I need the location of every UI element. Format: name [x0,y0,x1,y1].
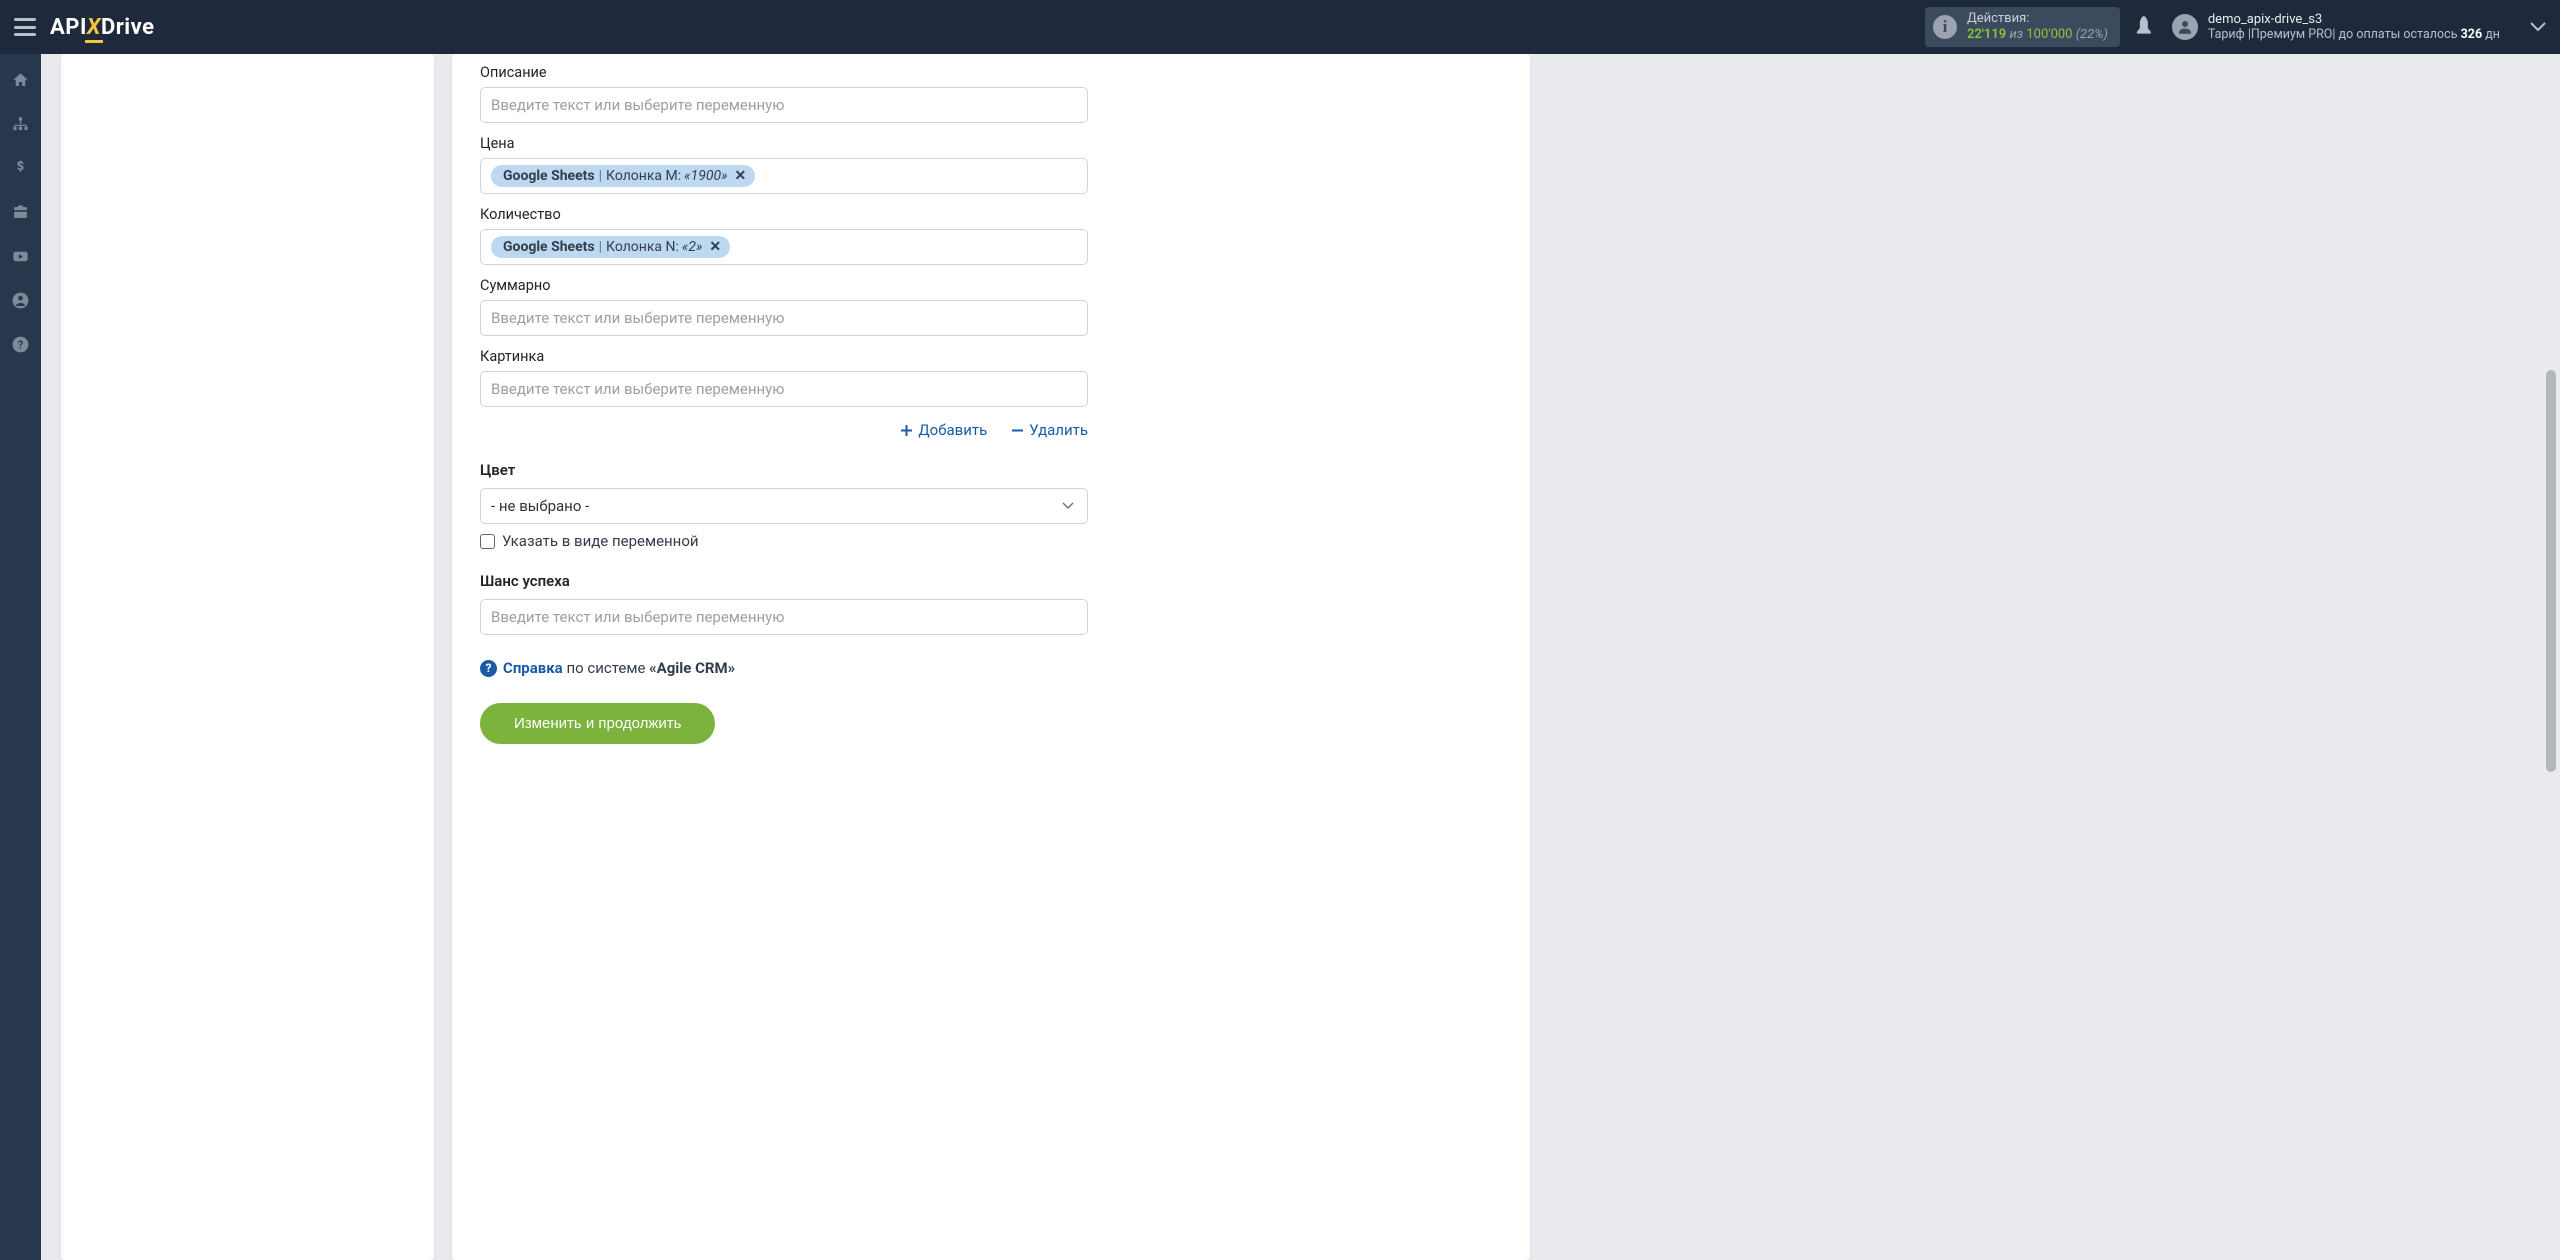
chance-label: Шанс успеха [480,572,1088,590]
delete-link[interactable]: Удалить [1011,421,1088,439]
total-input[interactable]: Введите текст или выберите переменную [480,300,1088,336]
color-select[interactable]: - не выбрано - [480,488,1088,524]
scrollbar-thumb[interactable] [2546,370,2556,772]
quantity-input[interactable]: Google Sheets | Колонка N: «2» ✕ [480,229,1088,265]
svg-text:?: ? [18,338,24,351]
chevron-down-icon [1062,502,1074,510]
chip-remove-icon[interactable]: ✕ [709,239,721,255]
plus-icon [900,424,913,437]
sidebar-billing[interactable] [0,148,41,188]
avatar-icon [2172,14,2198,40]
bell-icon[interactable] [2134,16,2154,38]
help-link[interactable]: ? Справка по системе «Agile CRM» [480,659,1088,677]
image-input[interactable]: Введите текст или выберите переменную [480,371,1088,407]
brand-logo[interactable]: APIXDrive [50,15,155,40]
quantity-label: Количество [480,206,1088,223]
add-link[interactable]: Добавить [900,421,987,439]
info-icon: i [1933,15,1957,39]
sidebar-home[interactable] [0,60,41,100]
chance-input[interactable]: Введите текст или выберите переменную [480,599,1088,635]
help-icon: ? [480,660,497,677]
color-as-variable-checkbox[interactable]: Указать в виде переменной [480,532,1088,550]
total-label: Суммарно [480,277,1088,294]
price-input[interactable]: Google Sheets | Колонка M: «1900» ✕ [480,158,1088,194]
chevron-down-icon [2530,22,2546,32]
user-name: demo_apix-drive_s3 [2208,12,2500,28]
sidebar-connections[interactable] [0,104,41,144]
actions-label: Действия: [1967,11,2108,27]
sidebar-briefcase[interactable] [0,192,41,232]
left-panel [61,54,434,1260]
user-menu[interactable]: demo_apix-drive_s3 Тариф |Премиум PRO| д… [2172,12,2546,43]
quantity-chip[interactable]: Google Sheets | Колонка N: «2» ✕ [491,236,730,258]
hamburger-menu[interactable] [14,18,36,36]
color-label: Цвет [480,461,1088,479]
right-panel: Описание Введите текст или выберите пере… [452,54,1530,1260]
chip-remove-icon[interactable]: ✕ [735,168,747,184]
sidebar-profile[interactable] [0,280,41,320]
description-input[interactable]: Введите текст или выберите переменную [480,87,1088,123]
checkbox-icon [480,534,495,549]
actions-counter[interactable]: i Действия: 22'119 из 100'000 (22%) [1925,7,2120,46]
sidebar-help[interactable]: ? [0,324,41,364]
image-label: Картинка [480,348,1088,365]
price-label: Цена [480,135,1088,152]
submit-button[interactable]: Изменить и продолжить [480,703,715,744]
description-label: Описание [480,64,1088,81]
price-chip[interactable]: Google Sheets | Колонка M: «1900» ✕ [491,165,755,187]
sidebar-youtube[interactable] [0,236,41,276]
minus-icon [1011,424,1024,437]
